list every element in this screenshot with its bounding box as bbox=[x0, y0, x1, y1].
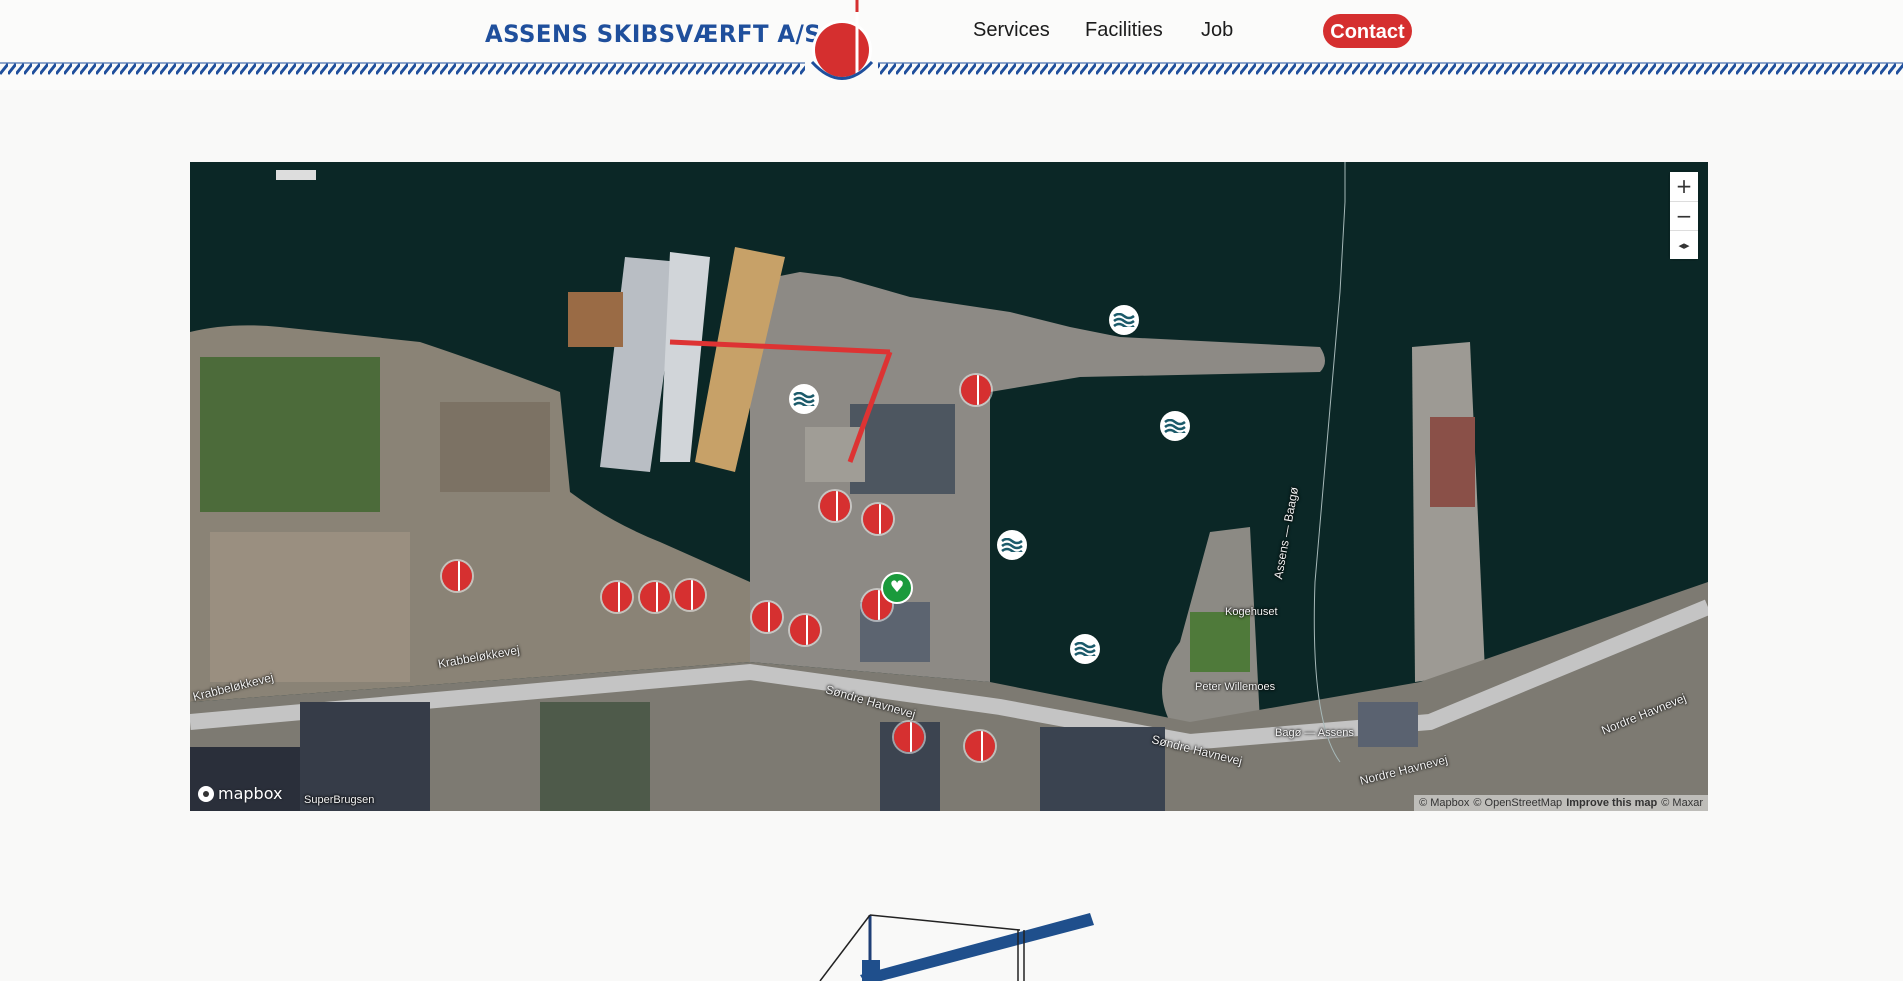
shipyard-marker-icon[interactable] bbox=[752, 602, 782, 632]
shipyard-marker-icon[interactable] bbox=[820, 491, 850, 521]
mapbox-logo-text: mapbox bbox=[218, 784, 283, 803]
place-label: Peter Willemoes bbox=[1195, 681, 1276, 693]
aed-heart-icon[interactable]: ♥ bbox=[881, 572, 913, 604]
shipyard-marker-icon[interactable] bbox=[675, 580, 705, 610]
satellite-map[interactable]: Krabbeløkkevej Krabbeløkkevej Søndre Hav… bbox=[190, 162, 1708, 811]
map-imagery bbox=[190, 162, 1708, 811]
shipyard-marker-icon[interactable] bbox=[965, 731, 995, 761]
zoom-in-button[interactable]: + bbox=[1670, 172, 1698, 201]
place-label: Kogehuset bbox=[1225, 606, 1278, 618]
map-attribution: © Mapbox © OpenStreetMap Improve this ma… bbox=[1414, 795, 1708, 811]
attribution-osm[interactable]: © OpenStreetMap bbox=[1473, 797, 1562, 809]
water-wave-icon[interactable] bbox=[997, 530, 1027, 560]
shipyard-marker-icon[interactable] bbox=[894, 722, 924, 752]
contact-button[interactable]: Contact bbox=[1323, 14, 1412, 48]
shipyard-marker-icon[interactable] bbox=[790, 615, 820, 645]
improve-map-link[interactable]: Improve this map bbox=[1566, 797, 1657, 809]
brand-logo-text[interactable]: ASSENS SKIBSVÆRFT A/S bbox=[485, 20, 821, 48]
shipyard-marker-icon[interactable] bbox=[863, 504, 893, 534]
attribution-mapbox[interactable]: © Mapbox bbox=[1419, 797, 1469, 809]
water-wave-icon[interactable] bbox=[1070, 634, 1100, 664]
crane-illustration bbox=[819, 913, 1094, 981]
shipyard-marker-icon[interactable] bbox=[602, 582, 632, 612]
shipyard-logo-icon[interactable] bbox=[810, 0, 874, 90]
map-zoom-controls: + − ◂▸ bbox=[1670, 172, 1698, 259]
place-label: Bagø — Assens bbox=[1275, 727, 1354, 739]
attribution-maxar[interactable]: © Maxar bbox=[1661, 797, 1703, 809]
place-label: SuperBrugsen bbox=[304, 794, 375, 806]
water-wave-icon[interactable] bbox=[789, 384, 819, 414]
mapbox-logo[interactable]: mapbox bbox=[198, 784, 282, 803]
water-wave-icon[interactable] bbox=[1160, 411, 1190, 441]
rope-divider bbox=[0, 62, 1903, 76]
zoom-out-button[interactable]: − bbox=[1670, 201, 1698, 230]
nav-facilities[interactable]: Facilities bbox=[1085, 19, 1163, 42]
shipyard-marker-icon[interactable] bbox=[442, 561, 472, 591]
mapbox-logo-icon bbox=[198, 785, 214, 802]
nav-job[interactable]: Job bbox=[1201, 19, 1233, 42]
nav-services[interactable]: Services bbox=[973, 19, 1050, 42]
compass-button[interactable]: ◂▸ bbox=[1670, 230, 1698, 259]
water-wave-icon[interactable] bbox=[1109, 305, 1139, 335]
shipyard-marker-icon[interactable] bbox=[961, 375, 991, 405]
shipyard-marker-icon[interactable] bbox=[640, 582, 670, 612]
site-header: ASSENS SKIBSVÆRFT A/S Services Facilitie… bbox=[0, 0, 1903, 90]
